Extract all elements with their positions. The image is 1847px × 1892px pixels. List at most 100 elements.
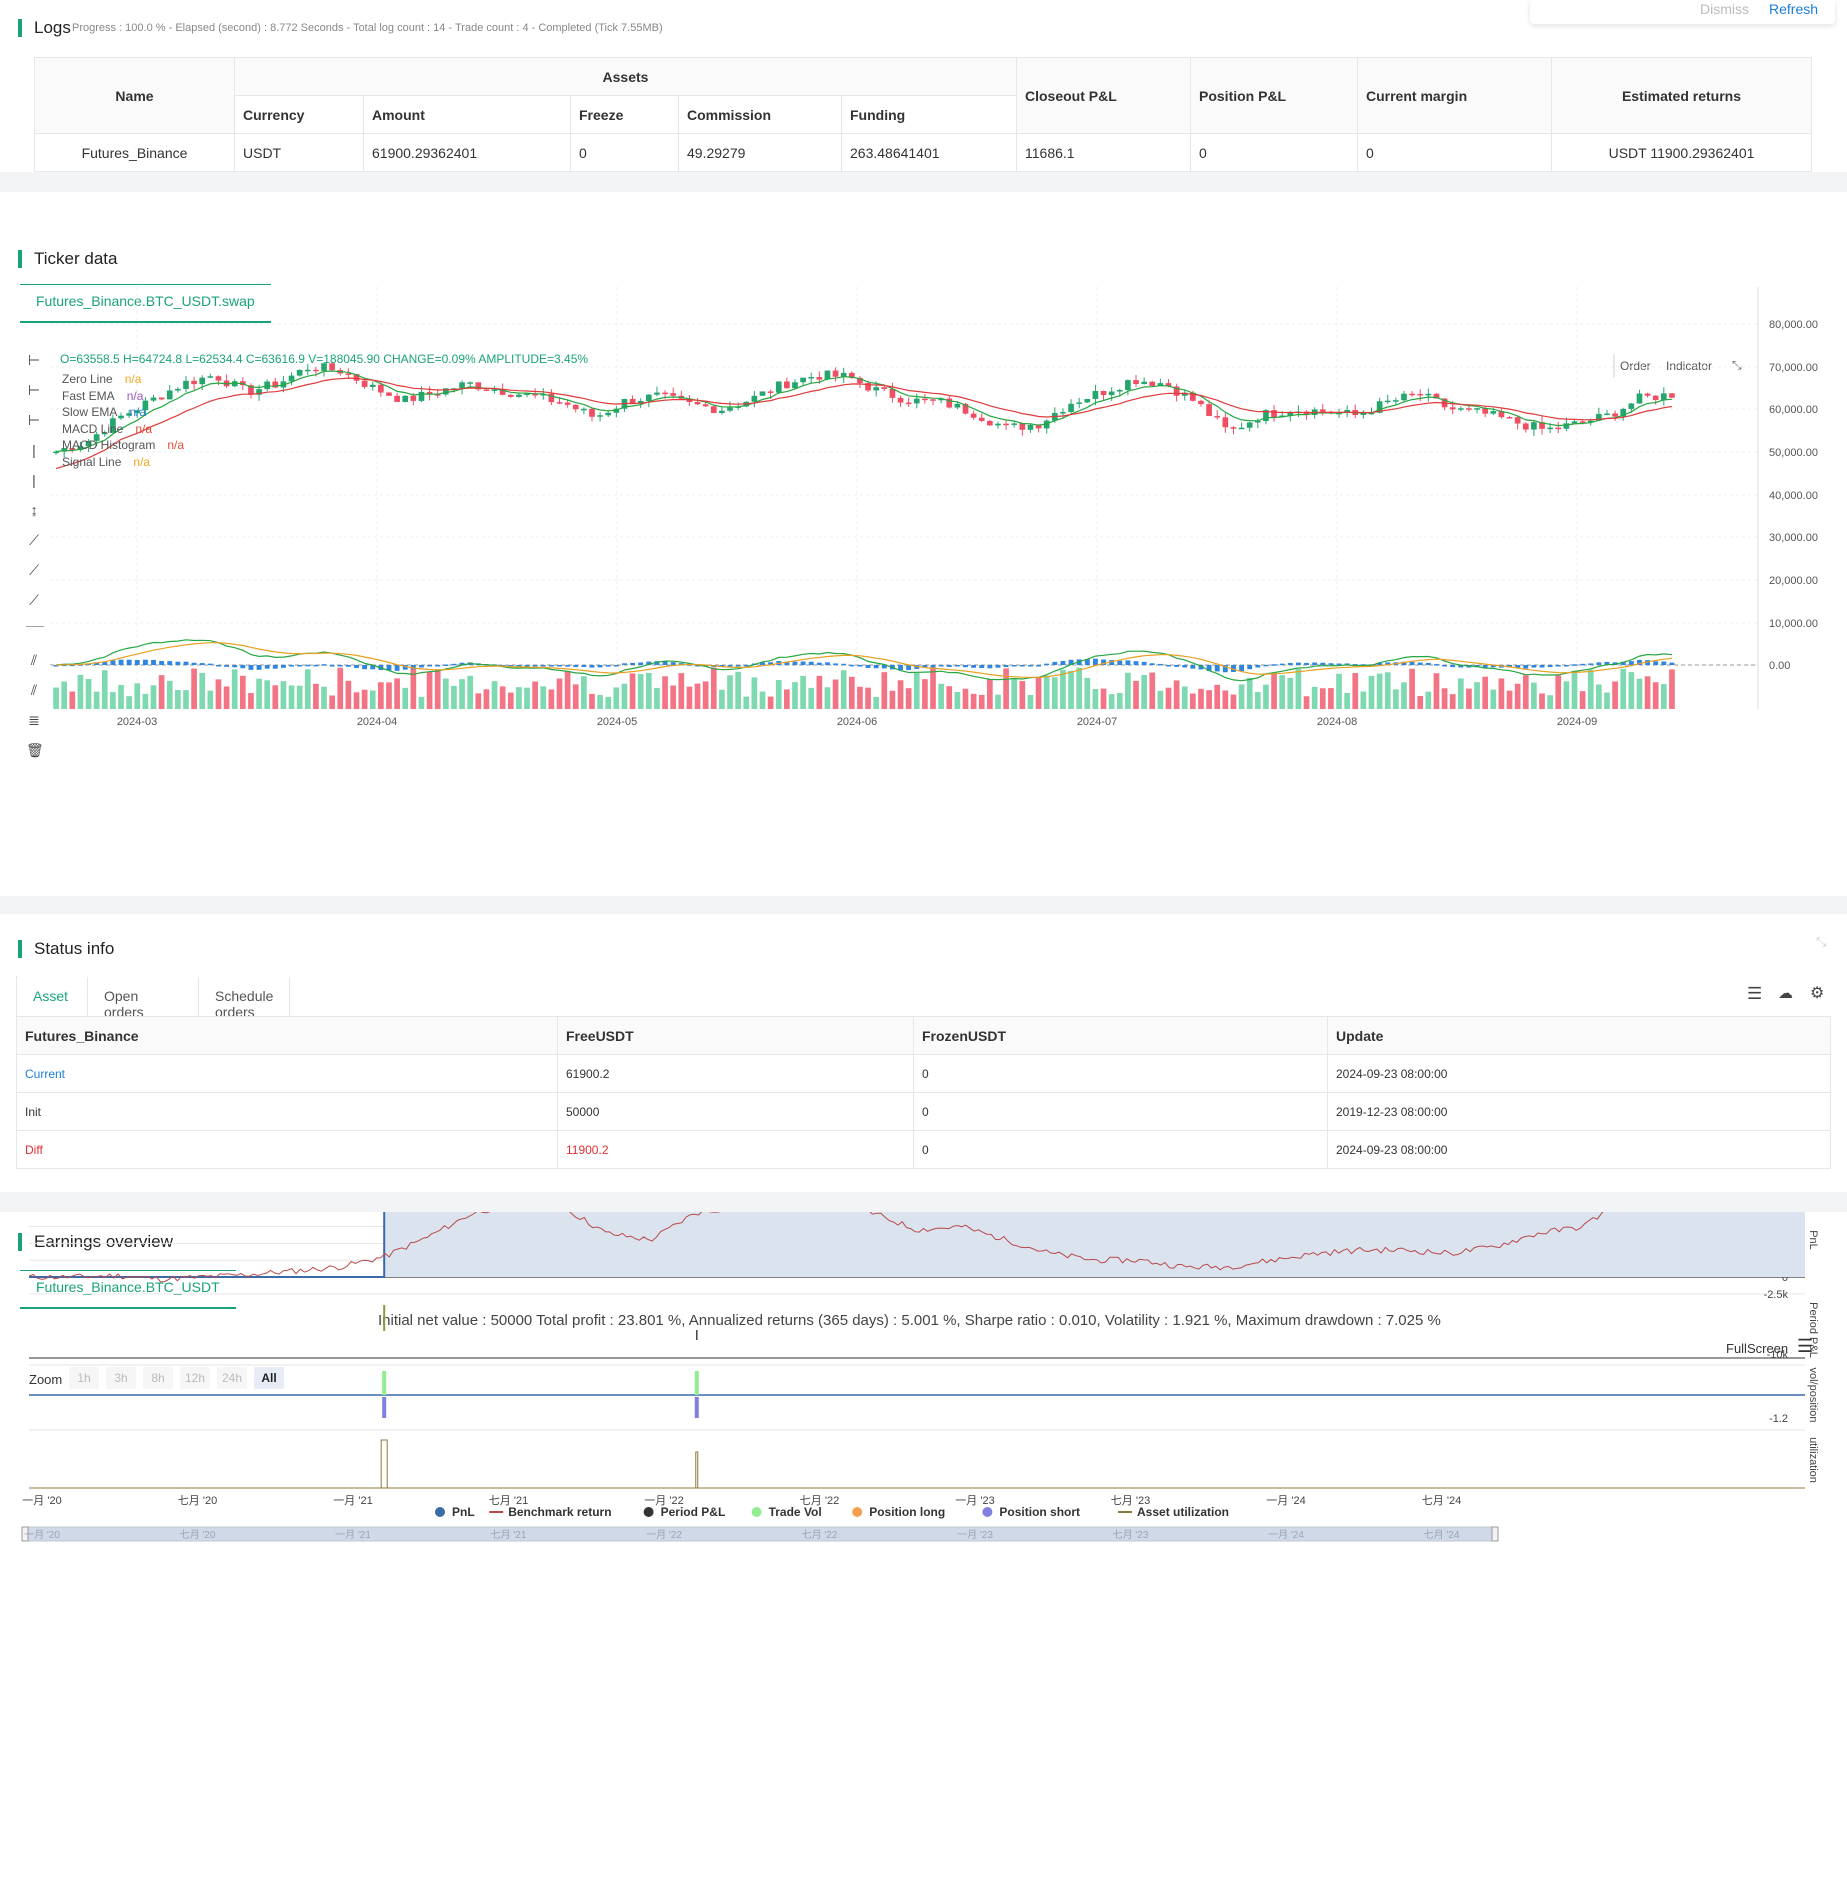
macd-histogram-bar [1555, 665, 1561, 667]
volume-bar [183, 690, 189, 709]
macd-histogram-bar [849, 664, 855, 667]
macd-histogram-bar [183, 661, 189, 665]
legend-item[interactable]: Position short [982, 1505, 1080, 1519]
utilization-spike [380, 1439, 388, 1488]
candle [970, 413, 977, 418]
candle [978, 417, 985, 421]
volume-bar [589, 693, 595, 709]
dismiss-button[interactable]: Dismiss [1700, 1, 1749, 17]
volume-bar [507, 692, 514, 709]
macd-histogram-bar [727, 665, 733, 667]
volume-bar [1449, 694, 1456, 709]
macd-histogram-bar [142, 659, 148, 665]
legend-item[interactable]: Benchmark return [489, 1505, 612, 1519]
legend-item[interactable]: MACD Histogram n/a [62, 438, 184, 455]
macd-histogram-bar [167, 661, 173, 665]
candle [1003, 423, 1009, 426]
volume-bar [1027, 695, 1034, 709]
legend-item[interactable]: Trade Vol [751, 1505, 822, 1519]
legend-label: Trade Vol [769, 1505, 822, 1519]
volume-bar [1474, 682, 1480, 709]
volume-bar [329, 695, 335, 709]
volume-bar [207, 690, 214, 709]
legend-item[interactable]: Period P&L [643, 1505, 726, 1519]
volume-bar [556, 678, 563, 709]
macd-histogram-bar [280, 665, 286, 668]
volume-bar [1555, 675, 1562, 709]
volume-bar [1328, 688, 1334, 709]
volume-bar [142, 693, 149, 709]
macd-histogram-bar [1125, 660, 1131, 665]
y-tick-label: 30,000.00 [1769, 532, 1818, 544]
legend-item[interactable]: Asset utilization [1118, 1505, 1229, 1519]
pnl-tick-label: -2.5k [1764, 1289, 1789, 1301]
macd-histogram-bar [954, 665, 960, 667]
volume-bar [808, 687, 815, 709]
candle [1271, 410, 1277, 417]
macd-histogram-bar [362, 665, 368, 670]
legend-item[interactable]: Signal Line n/a [62, 455, 184, 472]
candle [670, 393, 677, 396]
volume-bar [1579, 691, 1586, 709]
cell-margin: 0 [1357, 133, 1552, 172]
candle [1522, 423, 1529, 430]
macd-histogram-bar [1092, 658, 1098, 665]
macd-histogram-bar [1287, 662, 1293, 665]
y-tick-label: 50,000.00 [1769, 447, 1818, 459]
volume-bar [995, 694, 1001, 709]
legend-label: Position short [999, 1505, 1080, 1519]
candle [1141, 381, 1147, 385]
macd-histogram-bar [134, 660, 140, 665]
download-icon[interactable]: ☁ [1778, 984, 1793, 1002]
candle [589, 408, 595, 417]
macd-histogram-bar [224, 665, 230, 667]
legend-item[interactable]: Fast EMA n/a [62, 389, 184, 406]
volume-bar [1482, 676, 1489, 709]
legend-item[interactable]: Slow EMA n/a [62, 405, 184, 422]
volume-bar [459, 679, 465, 709]
list-view-icon[interactable]: ☰ [1747, 984, 1762, 1004]
volume-bar [1116, 692, 1123, 709]
volume-bar [702, 681, 709, 709]
earnings-chart[interactable]: 15k12.5k10k7.5k5k2.5k0-2.5kPnLPeriod P&L… [0, 1212, 1847, 1892]
col-freeze: Freeze [570, 95, 679, 134]
navigator-label: 七月 '23 [1113, 1529, 1149, 1541]
utilization-spike [695, 1451, 699, 1488]
macd-histogram-bar [435, 665, 441, 667]
legend-name: Zero Line [62, 372, 113, 386]
refresh-button[interactable]: Refresh [1769, 1, 1818, 17]
y-tick-label: 70,000.00 [1769, 362, 1818, 374]
legend-item[interactable]: Position long [852, 1505, 945, 1519]
legend-value: n/a [126, 388, 144, 403]
col-amount: Amount [363, 95, 571, 134]
x-tick-label: 2024-03 [117, 716, 157, 728]
collapse-icon[interactable]: ⤡ [1816, 934, 1826, 950]
candle [516, 394, 522, 397]
volume-bar [1441, 688, 1448, 709]
volume-bar [719, 689, 725, 709]
macd-histogram-bar [1190, 665, 1196, 669]
legend-item[interactable]: PnL [435, 1505, 475, 1519]
col-frozen: FrozenUSDT [913, 1016, 1328, 1055]
legend-item[interactable]: MACD Line n/a [62, 422, 184, 439]
macd-histogram-bar [1669, 662, 1675, 665]
macd-histogram-bar [1141, 661, 1147, 665]
candle [1108, 391, 1115, 396]
macd-histogram-bar [1531, 665, 1537, 668]
volume-bar [1620, 668, 1627, 709]
volume-bar [1531, 682, 1537, 709]
volume-bar [296, 685, 303, 709]
macd-histogram-bar [1182, 665, 1188, 668]
y-tick-label: 40,000.00 [1769, 490, 1818, 502]
volume-bar [248, 693, 254, 709]
candlestick-chart[interactable]: 80,000.00 70,000.00 60,000.00 50,000.00 40,0… [0, 192, 1847, 896]
volume-bar [93, 691, 100, 709]
candle [1457, 408, 1464, 410]
macd-histogram-bar [191, 662, 197, 665]
legend-item[interactable]: Zero Line n/a [62, 372, 184, 389]
volume-bar [394, 678, 400, 709]
row-label-current[interactable]: Current [16, 1054, 558, 1093]
candle [1531, 422, 1537, 430]
col-commission: Commission [678, 95, 842, 134]
settings-icon[interactable]: ⚙ [1810, 983, 1824, 1003]
